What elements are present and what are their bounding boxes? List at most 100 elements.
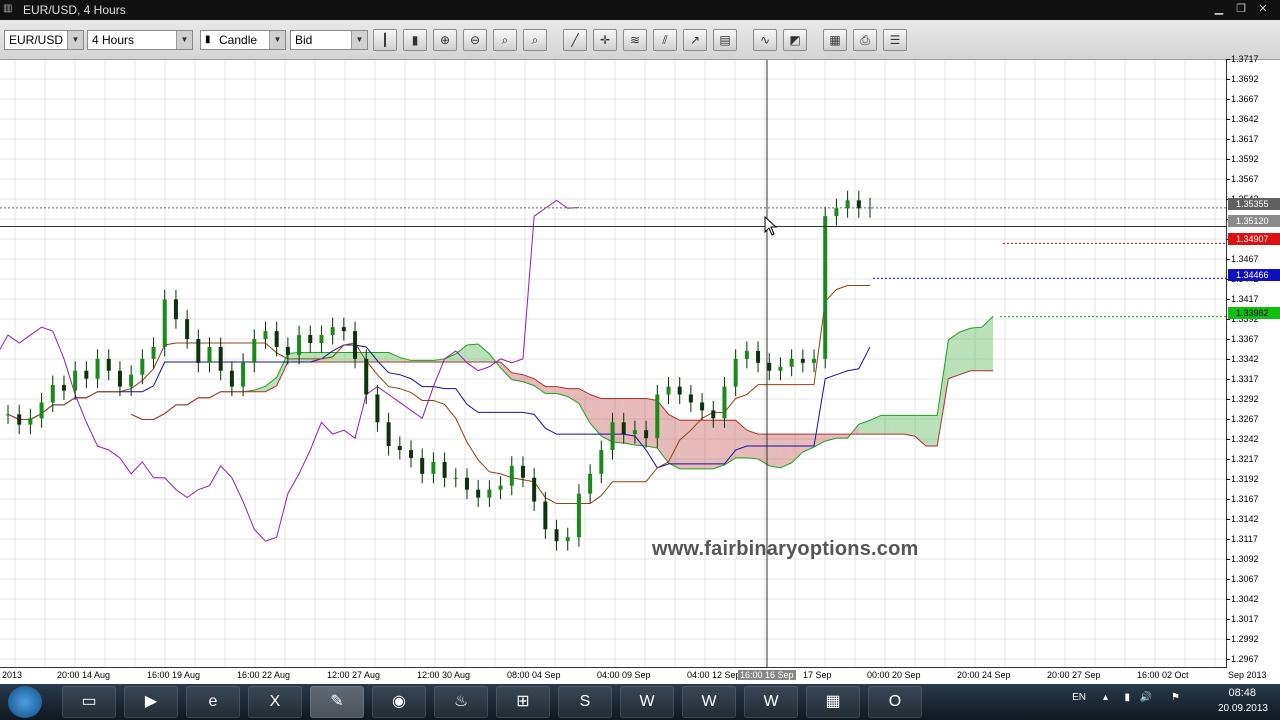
taskbar-opera-app[interactable]: O: [868, 686, 922, 718]
print-button[interactable]: ⎙: [853, 29, 877, 51]
kumo-cloud-segment: [836, 434, 848, 439]
text-tool-button[interactable]: ▤: [713, 29, 737, 51]
bar-chart-button[interactable]: ┃: [373, 29, 397, 51]
action-center-icon[interactable]: ⚑: [1171, 692, 1180, 703]
price-tick-label: 1.3617: [1226, 134, 1259, 144]
price-tick-label: 1.3192: [1226, 474, 1259, 484]
crosshair-button[interactable]: ✛: [593, 29, 617, 51]
clock-time[interactable]: 08:48: [1228, 687, 1256, 699]
price-label-secondary: 1.35120: [1228, 215, 1280, 227]
candle-body: [588, 473, 593, 494]
price-axis[interactable]: 1.2967 1.2992 1.3017 1.3042 1.3067 1.3092 1.31…: [1226, 54, 1280, 668]
chevron-down-icon[interactable]: ▼: [351, 31, 367, 49]
show-hidden-icon[interactable]: ▴: [1103, 692, 1108, 703]
excel-icon: X: [269, 693, 281, 710]
chevron-down-icon[interactable]: ▼: [67, 31, 83, 49]
kumo-cloud-segment: [981, 316, 994, 371]
objects-button[interactable]: ◩: [783, 29, 807, 51]
candle-body: [185, 319, 190, 340]
taskbar-word-app[interactable]: W: [744, 686, 798, 718]
time-axis[interactable]: 2013 20:00 14 Aug 16:00 19 Aug 16:00 22 Aug…: [0, 667, 1267, 684]
line-tool-button[interactable]: ╱: [563, 29, 587, 51]
window-title: EUR/USD, 4 Hours: [23, 3, 126, 17]
price-type-select[interactable]: Bid ▼: [290, 30, 368, 50]
channel-button[interactable]: ⫽: [653, 29, 677, 51]
zoom-in-button[interactable]: ⊕: [433, 29, 457, 51]
candle-body: [744, 350, 749, 359]
price-tick-label: 1.3467: [1226, 254, 1259, 264]
candle-body: [28, 418, 33, 425]
trend-button[interactable]: ↗: [683, 29, 707, 51]
chevron-down-icon[interactable]: ▼: [269, 31, 285, 49]
candle-body: [677, 386, 682, 395]
symbol-select[interactable]: EUR/USD ▼: [4, 30, 84, 50]
candle-body: [453, 477, 458, 479]
candle-body: [733, 358, 738, 387]
language-indicator[interactable]: EN: [1072, 692, 1086, 703]
price-tick-label: 1.3342: [1226, 354, 1259, 364]
taskbar-paint-app[interactable]: ✎: [310, 686, 364, 718]
candle-body: [84, 370, 89, 379]
candle-body: [655, 394, 660, 439]
kumo-cloud-segment: [937, 340, 949, 447]
candle-body: [308, 335, 313, 343]
zoom-out-button[interactable]: ⊖: [463, 29, 487, 51]
candle-body: [565, 537, 570, 542]
candle-chart-button[interactable]: ▮: [403, 29, 427, 51]
taskbar-word-app[interactable]: W: [620, 686, 674, 718]
taskbar-network-app[interactable]: ⊞: [496, 686, 550, 718]
taskbar-chrome-app[interactable]: ◉: [372, 686, 426, 718]
taskbar-excel-app[interactable]: X: [248, 686, 302, 718]
indicator-button[interactable]: ∿: [753, 29, 777, 51]
price-tick-label: 1.3142: [1226, 514, 1259, 524]
candle-body: [800, 358, 805, 363]
zoom-in-icon: ⊕: [439, 33, 451, 47]
candle-body: [229, 370, 234, 387]
taskbar-word-app[interactable]: W: [682, 686, 736, 718]
candle-body: [330, 327, 335, 336]
volume-icon[interactable]: 🔊: [1140, 692, 1152, 703]
kumo-cloud-segment: [959, 328, 971, 375]
chrome-icon: ◉: [392, 693, 406, 710]
grid-button[interactable]: ▦: [823, 29, 847, 51]
candle-body: [543, 501, 548, 530]
price-tick-label: 1.3117: [1226, 534, 1258, 544]
candle-body: [409, 450, 414, 458]
kumo-cloud-segment: [903, 415, 915, 437]
taskbar-archive-app[interactable]: ▦: [806, 686, 860, 718]
restore-icon[interactable]: ❐: [1232, 2, 1250, 16]
taskbar-skype-app[interactable]: S: [558, 686, 612, 718]
minimize-icon[interactable]: ▁: [1210, 2, 1228, 16]
kumo-cloud-segment: [567, 388, 579, 404]
start-button[interactable]: [8, 686, 42, 718]
candle-body: [789, 358, 794, 367]
taskbar-app-app[interactable]: ♨: [434, 686, 488, 718]
taskbar-media-app[interactable]: ▶: [124, 686, 178, 718]
tenkan-sen-line: [7, 285, 870, 505]
fibonacci-icon: ≋: [629, 33, 641, 47]
properties-button[interactable]: ☰: [883, 29, 907, 51]
candle-body: [722, 386, 727, 419]
candle-body: [576, 493, 581, 538]
time-tick-label: 12:00 30 Aug: [417, 670, 471, 680]
grid-icon: ▦: [829, 33, 841, 47]
candle-body: [285, 346, 290, 355]
chart-plot-area[interactable]: [0, 60, 1226, 668]
network-icon[interactable]: ▮: [1124, 692, 1130, 703]
period-select[interactable]: 4 Hours ▼: [87, 30, 193, 50]
chart-window-icon: ▥: [3, 3, 13, 14]
magnifier-icon: ⌕: [501, 33, 509, 47]
close-icon[interactable]: ✕: [1254, 2, 1272, 16]
chevron-down-icon[interactable]: ▼: [176, 31, 192, 49]
price-tick-label: 1.3642: [1226, 114, 1259, 124]
archive-icon: ▦: [825, 693, 841, 710]
fibonacci-button[interactable]: ≋: [623, 29, 647, 51]
zoom-reset-button[interactable]: ⌕: [523, 29, 547, 51]
candle-body: [274, 331, 279, 347]
candle-body: [431, 461, 436, 474]
taskbar-ie-app[interactable]: e: [186, 686, 240, 718]
clock-date[interactable]: 20.09.2013: [1218, 703, 1268, 714]
taskbar-folder-app[interactable]: ▭: [62, 686, 116, 718]
zoom-fit-button[interactable]: ⌕: [493, 29, 517, 51]
chart-type-select[interactable]: ▮ Candle ▼: [200, 30, 286, 50]
